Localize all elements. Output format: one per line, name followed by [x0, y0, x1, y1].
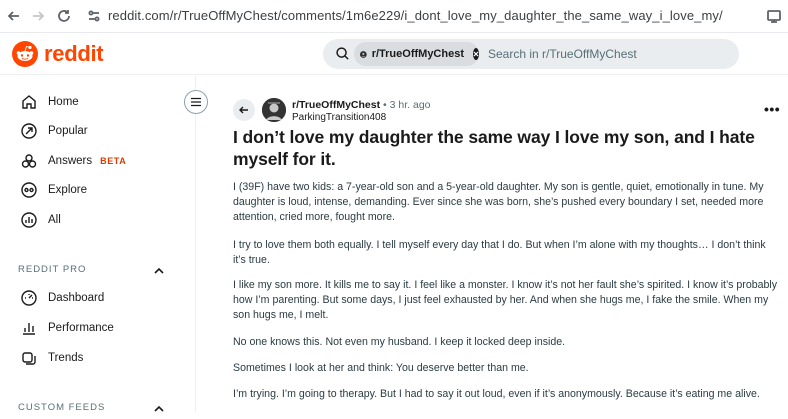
subreddit-search-chip[interactable]: r/TrueOffMyChest: [354, 42, 479, 66]
answers-icon: [21, 154, 37, 168]
trends-icon: [22, 352, 36, 365]
all-icon: [21, 212, 37, 228]
subreddit-avatar-icon: [262, 98, 286, 122]
sidebar-item-dashboard[interactable]: Dashboard: [20, 287, 104, 309]
reddit-logo[interactable]: reddit: [12, 41, 104, 67]
beta-badge: BETA: [100, 156, 127, 166]
site-header: reddit r/TrueOffMyChest: [0, 33, 788, 75]
post-author[interactable]: ParkingTransition408: [292, 112, 386, 123]
chevron-up-icon[interactable]: [153, 263, 165, 281]
section-title-reddit-pro: REDDIT PRO: [18, 264, 87, 275]
sidebar-item-popular[interactable]: Popular: [20, 120, 88, 142]
meta-separator: •: [383, 99, 387, 111]
sidebar-item-label: Trends: [48, 352, 84, 364]
snoo-icon: [12, 41, 38, 67]
cast-icon[interactable]: [764, 6, 784, 26]
post-timestamp: 3 hr. ago: [389, 99, 431, 111]
home-icon: [22, 95, 36, 109]
post-paragraph: Sometimes I look at her and think: You d…: [233, 362, 529, 374]
sidebar-item-label: Answers: [48, 155, 93, 167]
performance-icon: [23, 323, 35, 335]
back-arrow-icon: [239, 106, 248, 114]
sidebar-item-performance[interactable]: Performance: [20, 317, 114, 339]
back-arrow-icon[interactable]: [4, 6, 24, 26]
left-sidebar: Home Popular Answers BETA Explore All RE…: [0, 76, 196, 413]
site-settings-icon[interactable]: [84, 6, 104, 26]
sidebar-item-label: Popular: [48, 125, 88, 137]
explore-icon: [21, 182, 37, 198]
sidebar-item-label: Explore: [48, 184, 87, 196]
search-chip-label: r/TrueOffMyChest: [371, 48, 464, 60]
search-input[interactable]: [488, 39, 728, 69]
sidebar-item-label: Performance: [48, 322, 114, 334]
subreddit-avatar-icon: [360, 50, 367, 58]
forward-arrow-icon[interactable]: [28, 6, 48, 26]
post-meta: r/TrueOffMyChest • 3 hr. ago: [292, 99, 431, 111]
search-bar[interactable]: r/TrueOffMyChest: [323, 39, 739, 69]
post-paragraph: I like my son more. It kills me to say i…: [233, 279, 778, 321]
post-title: I don’t love my daughter the same way I …: [233, 127, 755, 169]
chevron-up-icon[interactable]: [153, 401, 165, 419]
back-button[interactable]: [233, 99, 255, 121]
sidebar-item-trends[interactable]: Trends: [20, 347, 83, 369]
more-options-button[interactable]: •••: [764, 101, 780, 117]
sidebar-item-home[interactable]: Home: [20, 91, 79, 113]
popular-icon: [21, 123, 37, 139]
sidebar-item-label: All: [48, 214, 61, 226]
post-paragraph: I try to love them both equally. I tell …: [233, 239, 766, 266]
post-paragraph: I’m trying. I’m going to therapy. But I …: [233, 388, 760, 400]
logo-wordmark: reddit: [44, 41, 104, 66]
section-title-custom-feeds: CUSTOM FEEDS: [18, 402, 106, 413]
reload-icon[interactable]: [54, 6, 74, 26]
browser-toolbar: reddit.com/r/TrueOffMyChest/comments/1m6…: [0, 0, 788, 33]
sidebar-item-label: Dashboard: [48, 292, 105, 304]
subreddit-link[interactable]: r/TrueOffMyChest: [292, 99, 380, 111]
address-bar[interactable]: reddit.com/r/TrueOffMyChest/comments/1m6…: [108, 8, 723, 23]
search-icon: [336, 47, 349, 60]
menu-icon: [191, 97, 201, 107]
subreddit-avatar[interactable]: [262, 98, 286, 122]
dashboard-icon: [21, 290, 37, 306]
sidebar-item-label: Home: [48, 96, 79, 108]
clear-chip-icon[interactable]: [473, 48, 479, 60]
post-paragraph: I (39F) have two kids: a 7-year-old son …: [233, 181, 764, 223]
collapse-sidebar-button[interactable]: [184, 90, 208, 114]
sidebar-item-all[interactable]: All: [20, 209, 61, 231]
sidebar-item-answers[interactable]: Answers BETA: [20, 150, 126, 172]
sidebar-item-explore[interactable]: Explore: [20, 179, 87, 201]
post-paragraph: No one knows this. Not even my husband. …: [233, 336, 566, 348]
